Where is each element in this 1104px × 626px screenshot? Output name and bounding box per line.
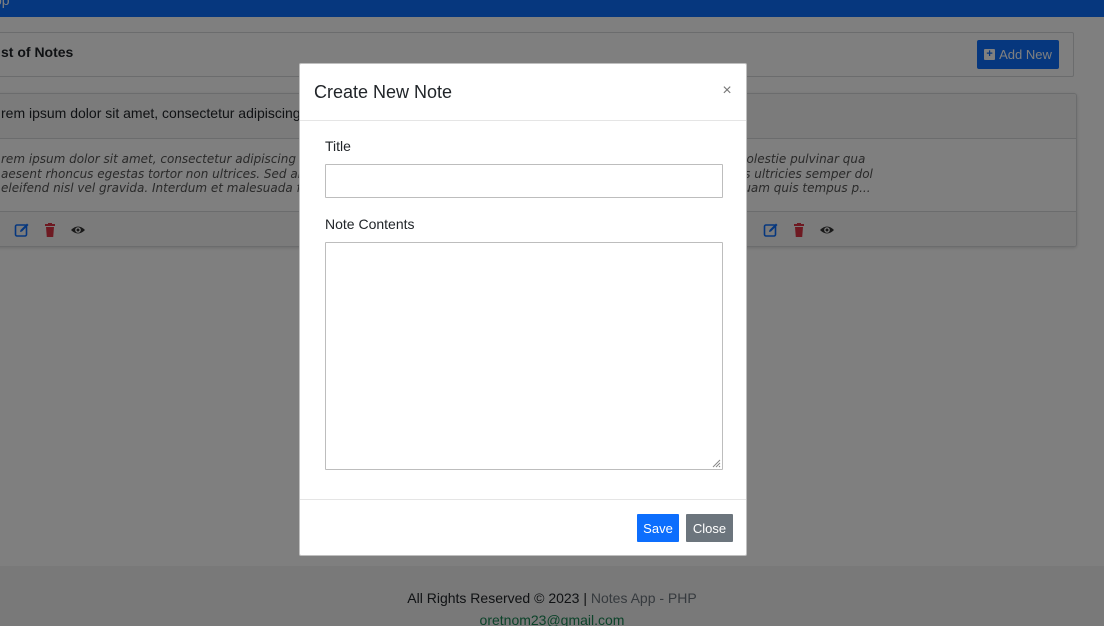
note-contents-textarea[interactable] (325, 242, 723, 470)
modal-footer: Save Close (300, 499, 746, 557)
create-note-modal: Create New Note × Title Note Contents Sa… (299, 63, 747, 556)
page: pp st of Notes + Add New rem ipsum dolor… (0, 0, 1104, 626)
resize-grip-icon[interactable] (711, 458, 721, 468)
note-contents-label: Note Contents (325, 216, 415, 232)
modal-header: Create New Note × (300, 64, 746, 121)
title-input[interactable] (325, 164, 723, 198)
close-icon[interactable]: × (718, 82, 736, 100)
title-label: Title (325, 138, 351, 154)
save-button[interactable]: Save (637, 514, 679, 542)
modal-title: Create New Note (314, 82, 453, 102)
close-button[interactable]: Close (686, 514, 733, 542)
